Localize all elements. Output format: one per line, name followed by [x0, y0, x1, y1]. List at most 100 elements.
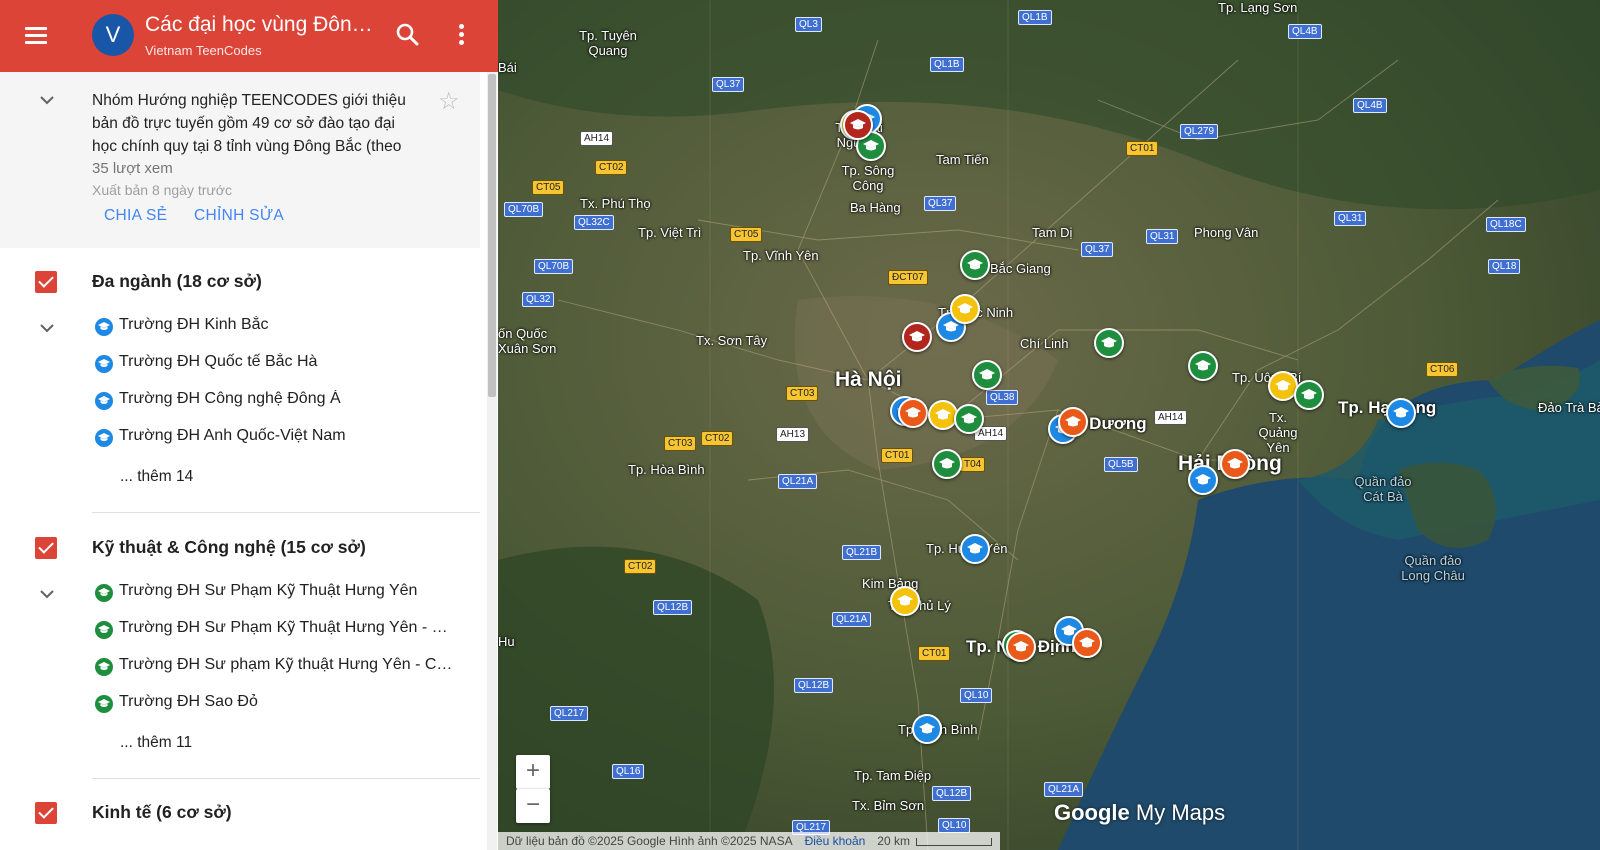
map-marker-engineering[interactable] [954, 404, 984, 434]
road-shield: AH14 [580, 131, 614, 146]
map-marker-medical[interactable] [902, 322, 932, 352]
road-shield: QL12B [932, 786, 972, 801]
zoom-in-button[interactable]: + [516, 755, 550, 789]
map-place-label: Quần đảo Cát Bà [1354, 474, 1412, 504]
road-shield: CT01 [1126, 141, 1159, 156]
item-label: Trường ĐH Sư phạm Kỹ thuật Hưng Yên - Cơ… [119, 656, 455, 673]
menu-icon[interactable] [22, 22, 50, 50]
road-shield: QL1B [930, 57, 964, 72]
zoom-out-button[interactable]: − [516, 789, 550, 823]
layer-engineering-technology: Kỹ thuật & Công nghệ (15 cơ sở) Trường Đ… [0, 513, 480, 783]
map-place-label: Ba Hàng [850, 200, 901, 215]
graduation-cap-icon [95, 695, 113, 713]
road-shield: T04 [960, 457, 986, 472]
map-marker-engineering[interactable] [1188, 351, 1218, 381]
scale-label: 20 km [877, 834, 910, 848]
road-shield: CT05 [730, 227, 763, 242]
map-place-label: Tx. Quảng Yên [1258, 410, 1298, 455]
layer-title: Đa ngành (18 cơ sở) [92, 271, 262, 291]
view-count: 35 lượt xem [92, 160, 173, 177]
road-shield: QL10 [960, 688, 993, 703]
list-item[interactable]: Trường ĐH Sư Phạm Kỹ Thuật Hưng Yên [95, 580, 455, 608]
item-label: Trường ĐH Công nghệ Đông Á [119, 390, 341, 407]
graduation-cap-icon [95, 392, 113, 410]
road-shield: QL18 [1488, 259, 1521, 274]
map-marker-engineering[interactable] [972, 360, 1002, 390]
map-title: Các đại học vùng Đông Bắc [145, 13, 380, 36]
map-place-label: Tp. Tam Điệp [854, 768, 932, 783]
road-shield: QL32 [522, 292, 555, 307]
map-place-label: Đảo Trà Bản [1538, 400, 1600, 415]
list-item[interactable]: Trường ĐH Kinh Bắc [95, 314, 455, 342]
layer-visibility-checkbox[interactable] [35, 271, 57, 293]
map-marker-engineering[interactable] [932, 449, 962, 479]
road-shield: QL12B [794, 678, 834, 693]
list-item[interactable]: Trường ĐH Anh Quốc-Việt Nam [95, 425, 455, 453]
share-button[interactable]: CHIA SẺ [104, 207, 167, 225]
map-marker-pedagogy[interactable] [1072, 628, 1102, 658]
map-marker-multidisciplinary[interactable] [1386, 398, 1416, 428]
road-shield: CT05 [532, 180, 565, 195]
road-shield: QL37 [712, 77, 745, 92]
map-owner: Vietnam TeenCodes [145, 43, 262, 58]
star-icon[interactable]: ☆ [438, 87, 460, 116]
layer-economics: Kinh tế (6 cơ sở) [0, 778, 480, 850]
map-marker-pedagogy[interactable] [1006, 632, 1036, 662]
item-label: Trường ĐH Sư Phạm Kỹ Thuật Hưng Yên - Cơ… [119, 619, 455, 636]
road-shield: QL1B [1018, 10, 1052, 25]
more-options-icon[interactable] [450, 20, 474, 50]
sidebar-scrollbar-thumb[interactable] [488, 74, 496, 397]
map-place-label: Tp. Tuyên Quang [579, 28, 637, 58]
map-marker-pedagogy[interactable] [898, 398, 928, 428]
list-item[interactable]: Trường ĐH Sao Đỏ [95, 691, 455, 719]
road-shield: AH13 [776, 427, 810, 442]
road-shield: CT02 [595, 160, 628, 175]
search-icon[interactable] [393, 20, 423, 50]
layer-title: Kinh tế (6 cơ sở) [92, 802, 232, 822]
road-shield: QL10 [938, 818, 971, 833]
map-place-label: Phong Vân [1194, 225, 1259, 240]
collapse-info-chevron-icon[interactable] [37, 90, 57, 110]
map-marker-medical[interactable] [843, 110, 873, 140]
map-marker-multidisciplinary[interactable] [960, 534, 990, 564]
map-marker-pedagogy[interactable] [1058, 407, 1088, 437]
map-marker-multidisciplinary[interactable] [912, 714, 942, 744]
attribution-text: Dữ liệu bản đồ ©2025 Google Hình ảnh ©20… [506, 834, 793, 848]
terms-link[interactable]: Điều khoản [805, 834, 866, 848]
owner-avatar[interactable]: V [92, 14, 134, 56]
map-marker-multidisciplinary[interactable] [1188, 465, 1218, 495]
map-marker-engineering[interactable] [1094, 328, 1124, 358]
layer-visibility-checkbox[interactable] [35, 802, 57, 824]
edit-button[interactable]: CHỈNH SỬA [194, 207, 284, 225]
map-place-label: Bắc Giang [990, 261, 1051, 276]
map-marker-pedagogy[interactable] [1220, 449, 1250, 479]
map-place-label: Tx. Bỉm Sơn [852, 798, 925, 813]
map-marker-engineering[interactable] [960, 250, 990, 280]
show-more-link[interactable]: ... thêm 14 [120, 468, 193, 486]
road-shield: ĐCT07 [888, 270, 928, 285]
show-more-link[interactable]: ... thêm 11 [120, 734, 192, 752]
scale-bar [915, 837, 992, 846]
graduation-cap-icon [95, 355, 113, 373]
road-shield: QL5B [1104, 457, 1138, 472]
map-marker-economics[interactable] [890, 586, 920, 616]
graduation-cap-icon [95, 429, 113, 447]
road-shield: AH14 [1154, 410, 1188, 425]
layer-collapse-chevron-icon[interactable] [37, 584, 57, 604]
road-shield: CT03 [786, 386, 819, 401]
layer-visibility-checkbox[interactable] [35, 537, 57, 559]
road-shield: QL38 [986, 390, 1019, 405]
layer-collapse-chevron-icon[interactable] [37, 318, 57, 338]
map-marker-engineering[interactable] [1294, 380, 1324, 410]
road-shield: QL31 [1334, 211, 1367, 226]
map-marker-economics[interactable] [950, 294, 980, 324]
list-item[interactable]: Trường ĐH Công nghệ Đông Á [95, 388, 455, 416]
map-canvas[interactable]: Tp. Lạng Sơn Tp. Tuyên Quang Bái Tp. Thá… [498, 0, 1600, 850]
list-item[interactable]: Trường ĐH Sư phạm Kỹ thuật Hưng Yên - Cơ… [95, 654, 455, 682]
item-label: Trường ĐH Sư Phạm Kỹ Thuật Hưng Yên [119, 582, 418, 599]
list-item[interactable]: Trường ĐH Quốc tế Bắc Hà [95, 351, 455, 379]
list-item[interactable]: Trường ĐH Sư Phạm Kỹ Thuật Hưng Yên - Cơ… [95, 617, 455, 645]
road-shield: QL12B [653, 600, 693, 615]
road-shield: CT03 [664, 436, 697, 451]
road-shield: QL37 [1081, 242, 1114, 257]
